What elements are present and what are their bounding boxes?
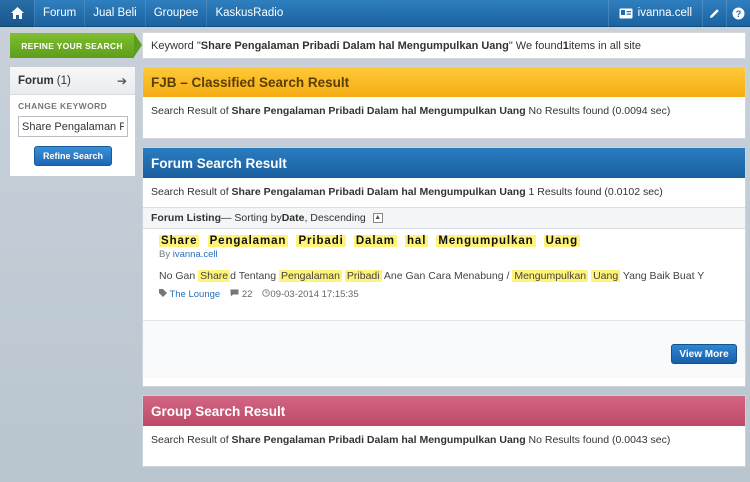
keyword-input[interactable]	[18, 116, 128, 137]
forum-header: Forum Search Result	[143, 148, 745, 178]
thread-item: Share Pengalaman Pribadi Dalam hal Mengu…	[143, 229, 745, 306]
keyword-middle: " We found	[508, 39, 563, 52]
top-navbar: Forum Jual Beli Groupee KaskusRadio ivan…	[0, 0, 750, 27]
navbar-right: ivanna.cell ?	[607, 0, 750, 27]
keyword-text: Share Pengalaman Pribadi Dalam hal Mengu…	[200, 39, 509, 52]
group-result-keyword: Share Pengalaman Pribadi Dalam hal Mengu…	[231, 434, 526, 446]
sorting-text: — Sorting by	[221, 212, 282, 224]
collapse-icon[interactable]: ▲	[372, 213, 383, 223]
thread-date: 09-03-2014 17:15:35	[262, 289, 359, 300]
change-keyword-label: CHANGE KEYWORD	[18, 101, 108, 111]
thread-meta: The Lounge 22 09-03-2014 17:15:35	[159, 289, 729, 300]
forum-listing-bar: Forum Listing — Sorting by Date, Descend…	[143, 207, 745, 229]
view-more-row: View More	[143, 320, 745, 378]
snippet-highlight: Pribadi	[344, 270, 382, 282]
by-label: By	[159, 249, 173, 260]
snippet-highlight: Pengalaman	[279, 270, 342, 282]
refine-your-search-tab: REFINE YOUR SEARCH	[10, 33, 142, 58]
forum-result-text: Search Result of Share Pengalaman Pribad…	[143, 178, 745, 207]
help-button[interactable]: ?	[726, 0, 750, 27]
title-word: Share	[159, 235, 200, 247]
fjb-header: FJB – Classified Search Result	[143, 67, 745, 97]
thread-author[interactable]: ivanna.cell	[173, 249, 218, 260]
nav-forum[interactable]: Forum	[34, 0, 84, 27]
keyword-suffix: items in all site	[568, 39, 641, 52]
sidebar-forum-count: (1)	[56, 74, 71, 87]
home-icon	[10, 7, 24, 19]
sidebar-item-forum[interactable]: Forum (1) ➔	[10, 67, 135, 95]
title-word: Pengalaman	[207, 235, 289, 247]
group-result-prefix: Search Result of	[151, 434, 232, 446]
thread-forum-name: The Lounge	[169, 289, 221, 300]
pencil-icon	[710, 8, 719, 18]
listing-label: Forum Listing	[151, 212, 221, 224]
nav-groupee[interactable]: Groupee	[144, 0, 207, 27]
tag-icon	[159, 289, 167, 297]
snippet-highlight: Mengumpulkan	[512, 270, 589, 282]
sidebar-forum-label: Forum	[18, 74, 54, 87]
sort-order: , Descending	[304, 212, 366, 224]
nav-jual-beli[interactable]: Jual Beli	[84, 0, 144, 27]
edit-button[interactable]	[702, 0, 726, 27]
title-word: Dalam	[353, 235, 397, 247]
group-result-text: Search Result of Share Pengalaman Pribad…	[143, 426, 745, 455]
thread-comments: 22	[230, 289, 252, 300]
title-word: Mengumpulkan	[436, 235, 536, 247]
snippet-text: d Tentang	[230, 270, 279, 282]
nav-kaskusradio[interactable]: KaskusRadio	[206, 0, 291, 27]
thread-date-text: 09-03-2014 17:15:35	[270, 289, 359, 300]
username: ivanna.cell	[637, 7, 692, 19]
user-card-icon	[619, 8, 633, 18]
fjb-result-keyword: Share Pengalaman Pribadi Dalam hal Mengu…	[231, 105, 526, 117]
sort-field: Date	[281, 212, 305, 224]
thread-title[interactable]: Share Pengalaman Pribadi Dalam hal Mengu…	[159, 235, 729, 247]
fjb-result-prefix: Search Result of	[151, 105, 232, 117]
fjb-panel: FJB – Classified Search Result Search Re…	[142, 66, 746, 139]
fjb-result-text: Search Result of Share Pengalaman Pribad…	[143, 97, 745, 126]
thread-author-line: By ivanna.cell	[159, 249, 729, 260]
refine-search-button[interactable]: Refine Search	[34, 146, 112, 166]
help-icon: ?	[732, 7, 745, 19]
title-word: hal	[404, 235, 429, 247]
home-button[interactable]	[0, 0, 34, 27]
snippet-text: No Gan	[159, 270, 199, 282]
forum-result-status: 1 Results found (0.0102 sec)	[525, 186, 663, 198]
snippet-highlight: Uang	[591, 270, 621, 282]
arrow-right-icon: ➔	[116, 73, 127, 88]
snippet-text: Ane Gan Cara Menabung /	[381, 270, 513, 282]
comment-icon	[230, 289, 239, 297]
group-result-status: No Results found (0.0043 sec)	[525, 434, 671, 446]
thread-snippet: No Gan Share d Tentang Pengalaman Pribadi…	[159, 270, 729, 282]
forum-panel: Forum Search Result Search Result of Sha…	[142, 147, 746, 387]
title-word: Pribadi	[296, 235, 346, 247]
fjb-result-status: No Results found (0.0094 sec)	[525, 105, 671, 117]
svg-text:?: ?	[736, 9, 742, 19]
forum-result-prefix: Search Result of	[151, 186, 232, 198]
thread-forum[interactable]: The Lounge	[159, 289, 220, 300]
snippet-text: Yang Baik Buat Y	[620, 270, 705, 282]
forum-result-keyword: Share Pengalaman Pribadi Dalam hal Mengu…	[231, 186, 526, 198]
group-header: Group Search Result	[143, 396, 745, 426]
snippet-highlight: Share	[198, 270, 231, 282]
keyword-summary: Keyword " Share Pengalaman Pribadi Dalam …	[142, 32, 746, 59]
keyword-prefix: Keyword "	[151, 39, 201, 52]
view-more-button[interactable]: View More	[671, 344, 737, 364]
thread-comment-count: 22	[241, 289, 253, 300]
group-panel: Group Search Result Search Result of Sha…	[142, 395, 746, 467]
user-menu[interactable]: ivanna.cell	[607, 0, 702, 27]
title-word: Uang	[543, 235, 581, 247]
sidebar-panel: Forum (1) ➔ CHANGE KEYWORD Refine Search	[9, 66, 136, 177]
